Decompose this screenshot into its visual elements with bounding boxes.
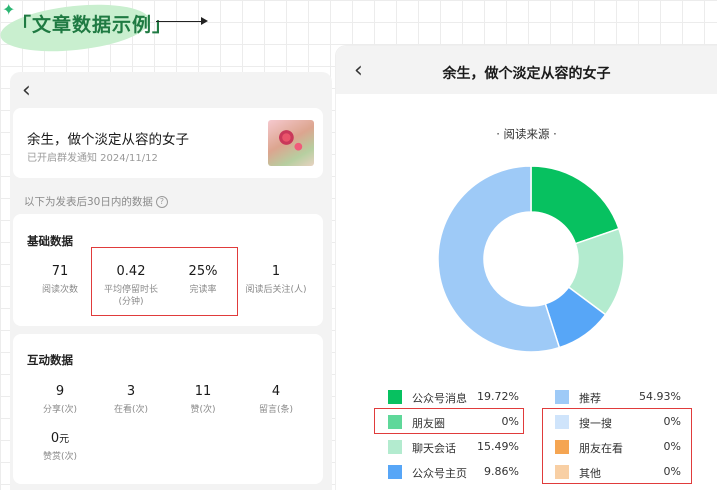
interaction-data-card: 互动数据 9 分享(次) 3 在看(次) 11 赞(次) 4 留言(条) 0元 … bbox=[13, 334, 323, 484]
donut-slice-0[interactable] bbox=[530, 165, 620, 245]
legend-percent: 15.49% bbox=[477, 440, 519, 453]
legend-item-0: 公众号消息 19.72% bbox=[388, 390, 519, 405]
read-source-donut-chart bbox=[437, 165, 625, 353]
article-thumbnail bbox=[268, 120, 314, 166]
legend-percent: 54.93% bbox=[639, 390, 681, 403]
stat-shares: 9 分享(次) bbox=[42, 384, 78, 415]
read-source-screen: ‹ 余生，做个淡定从容的女子 · 阅读来源 · 公众号消息 19.72% 朋友圈 0%… bbox=[336, 46, 717, 490]
legend-item-2: 聊天会话 15.49% bbox=[388, 440, 519, 455]
legend-swatch bbox=[555, 390, 569, 404]
legend-swatch bbox=[388, 465, 402, 479]
stat-comments: 4 留言(条) bbox=[258, 384, 294, 415]
legend-item-4: 推荐 54.93% bbox=[555, 390, 681, 405]
article-title: 余生，做个淡定从容的女子 bbox=[442, 66, 611, 82]
highlight-box-search-friends-other bbox=[542, 408, 692, 484]
legend-percent: 9.86% bbox=[484, 465, 519, 478]
article-title: 余生，做个淡定从容的女子 bbox=[27, 132, 189, 148]
highlight-box-moments bbox=[374, 408, 524, 434]
legend-swatch bbox=[388, 440, 402, 454]
basic-data-title: 基础数据 bbox=[27, 234, 73, 248]
article-stats-screen: ‹ 余生，做个淡定从容的女子 已开启群发通知 2024/11/12 以下为发表后… bbox=[10, 72, 332, 490]
stat-reads: 71 阅读次数 bbox=[41, 264, 78, 295]
page-title: 「文章数据示例」 bbox=[12, 14, 173, 36]
basic-data-card: 基础数据 71 阅读次数 0.42 平均停留时长 (分钟) 25% 完读率 1 … bbox=[13, 214, 323, 326]
back-arrow-icon[interactable]: ‹ bbox=[22, 80, 31, 102]
article-card[interactable]: 余生，做个淡定从容的女子 已开启群发通知 2024/11/12 bbox=[13, 108, 323, 178]
stat-reward: 0元 赞赏(次) bbox=[42, 431, 78, 462]
chart-title: · 阅读来源 · bbox=[496, 127, 557, 141]
help-icon[interactable]: ? bbox=[155, 196, 168, 208]
data-period-note: 以下为发表后30日内的数据? bbox=[24, 194, 168, 209]
highlight-box-duration-completion bbox=[91, 247, 238, 316]
stat-likes: 11 赞(次) bbox=[190, 384, 216, 415]
article-subtitle: 已开启群发通知 2024/11/12 bbox=[27, 153, 158, 164]
legend-label: 推荐 bbox=[579, 392, 601, 405]
stat-wow: 3 在看(次) bbox=[113, 384, 149, 415]
header-arrow-line bbox=[156, 21, 204, 22]
interaction-data-title: 互动数据 bbox=[27, 353, 73, 367]
legend-percent: 19.72% bbox=[477, 390, 519, 403]
legend-item-3: 公众号主页 9.86% bbox=[388, 465, 519, 480]
arrow-right-icon bbox=[201, 17, 208, 25]
stat-follows-after-read: 1 阅读后关注(人) bbox=[245, 264, 307, 295]
legend-swatch bbox=[388, 390, 402, 404]
legend-label: 聊天会话 bbox=[412, 442, 456, 455]
